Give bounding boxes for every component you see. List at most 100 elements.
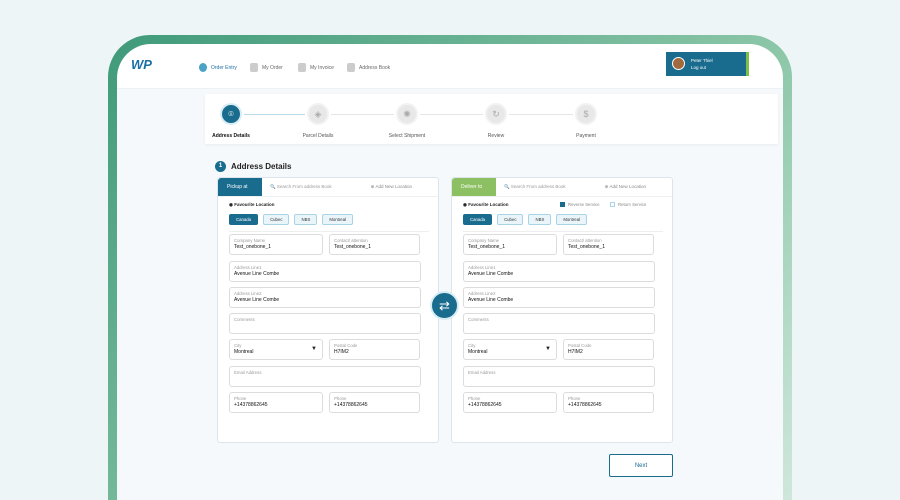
city-field[interactable]: City Montreal ▼ bbox=[463, 339, 557, 360]
step-select-shipment[interactable]: ✺ Select Shipment bbox=[367, 94, 447, 139]
field-label: Postal Code bbox=[334, 343, 358, 348]
field-label: Phone bbox=[334, 396, 347, 401]
company-field[interactable]: Company Name Test_onebone_1 bbox=[229, 234, 323, 255]
address-book-icon bbox=[347, 63, 355, 72]
field-value: Montreal bbox=[234, 349, 254, 355]
location-chip[interactable]: Canada bbox=[463, 214, 493, 225]
checkbox-label: Return Service bbox=[618, 202, 647, 207]
field-value: H7IM2 bbox=[334, 349, 349, 355]
field-label: Address Line2 bbox=[234, 291, 262, 296]
order-icon bbox=[250, 63, 258, 72]
field-value: Test_onebone_1 bbox=[234, 244, 271, 250]
field-value: Avenue Line Combe bbox=[234, 271, 280, 277]
comments-field[interactable]: Comments bbox=[229, 313, 421, 334]
postal-field[interactable]: Postal Code H7IM2 bbox=[329, 339, 420, 360]
city-field[interactable]: City Montreal ▼ bbox=[229, 339, 323, 360]
logout-link[interactable]: Log out bbox=[691, 64, 740, 71]
favourite-location: ◉ Favourite Location bbox=[463, 202, 508, 208]
panel-tab[interactable]: Deliver to bbox=[452, 178, 496, 196]
phone-field[interactable]: Phone +14378862645 bbox=[229, 392, 323, 413]
review-icon: ↻ bbox=[485, 103, 507, 125]
phone2-field[interactable]: Phone +14378862645 bbox=[329, 392, 420, 413]
return-service-checkbox[interactable]: Return Service bbox=[610, 202, 646, 207]
field-value: +14378862645 bbox=[568, 402, 602, 408]
add-icon: ⊕ bbox=[604, 184, 609, 189]
field-value: Test_onebone_1 bbox=[568, 244, 605, 250]
field-label: Company Name bbox=[468, 238, 500, 243]
field-label: City bbox=[234, 343, 242, 348]
field-value: +14378862645 bbox=[234, 402, 268, 408]
location-chip[interactable]: Cubec bbox=[497, 214, 524, 225]
reverse-service-checkbox[interactable]: Reverse Service bbox=[560, 202, 600, 207]
location-chip[interactable]: NBS bbox=[528, 214, 552, 225]
chevron-down-icon: ▼ bbox=[311, 346, 317, 352]
field-label: Comments bbox=[468, 317, 489, 322]
payment-icon: $ bbox=[575, 103, 597, 125]
location-chip[interactable]: Cubec bbox=[263, 214, 290, 225]
shipment-icon: ✺ bbox=[396, 103, 418, 125]
nav-label: My Order bbox=[262, 64, 283, 71]
nav-my-invoice[interactable]: My Invoice bbox=[298, 63, 334, 72]
comments-field[interactable]: Comments bbox=[463, 313, 655, 334]
user-menu[interactable]: Peter Thiel Log out bbox=[666, 52, 749, 76]
add-icon: ⊕ bbox=[370, 184, 375, 189]
nav-my-order[interactable]: My Order bbox=[250, 63, 283, 72]
nav-address-book[interactable]: Address Book bbox=[347, 63, 390, 72]
step-address-details[interactable]: ⌾ Address Details bbox=[191, 94, 271, 139]
step-payment[interactable]: $ Payment bbox=[546, 94, 626, 139]
logo[interactable]: WP bbox=[131, 57, 152, 72]
field-label: Company Name bbox=[234, 238, 266, 243]
favourite-label: Favourite Location bbox=[234, 202, 275, 207]
device-frame: WP Order Entry My Order My Invoice Addre… bbox=[108, 35, 792, 500]
step-parcel-details[interactable]: ◈ Parcel Details bbox=[278, 94, 358, 139]
favourite-chips: Canada Cubec NBS Montreal bbox=[229, 214, 354, 225]
field-label: Address Line1 bbox=[234, 265, 262, 270]
section-title-text: Address Details bbox=[231, 162, 292, 171]
address-book-search[interactable]: 🔍 Search From address Book bbox=[504, 184, 566, 190]
addr1-field[interactable]: Address Line1 Avenue Line Combe bbox=[229, 261, 421, 282]
field-label: Phone bbox=[234, 396, 247, 401]
invoice-icon bbox=[298, 63, 306, 72]
next-button[interactable]: Next bbox=[609, 454, 673, 477]
add-new-location-button[interactable]: ⊕ Add New Location bbox=[605, 184, 646, 190]
checkbox-checked-icon bbox=[560, 202, 565, 207]
phone2-field[interactable]: Phone +14378862645 bbox=[563, 392, 654, 413]
email-field[interactable]: Email Address bbox=[463, 366, 655, 387]
location-chip[interactable]: Canada bbox=[229, 214, 259, 225]
field-label: Address Line2 bbox=[468, 291, 496, 296]
location-chip[interactable]: NBS bbox=[294, 214, 318, 225]
radio-icon: ◉ bbox=[463, 202, 467, 207]
panel-tab[interactable]: Pickup at bbox=[218, 178, 262, 196]
step-label: Select Shipment bbox=[388, 133, 426, 139]
field-label: City bbox=[468, 343, 476, 348]
section-number: 1 bbox=[215, 161, 226, 172]
addr2-field[interactable]: Address Line2 Avenue Line Combe bbox=[463, 287, 655, 308]
postal-field[interactable]: Postal Code H7IM2 bbox=[563, 339, 654, 360]
location-chip[interactable]: Montreal bbox=[556, 214, 588, 225]
app-screen: WP Order Entry My Order My Invoice Addre… bbox=[117, 44, 783, 500]
checkbox-label: Reverse Service bbox=[568, 202, 600, 207]
add-new-location-button[interactable]: ⊕ Add New Location bbox=[371, 184, 412, 190]
field-value: H7IM2 bbox=[568, 349, 583, 355]
nav-order-entry[interactable]: Order Entry bbox=[199, 63, 237, 72]
addr2-field[interactable]: Address Line2 Avenue Line Combe bbox=[229, 287, 421, 308]
favourite-location: ◉ Favourite Location bbox=[229, 202, 274, 208]
search-placeholder: Search From address Book bbox=[276, 184, 332, 189]
phone-field[interactable]: Phone +14378862645 bbox=[463, 392, 557, 413]
field-label: Address Line1 bbox=[468, 265, 496, 270]
addr1-field[interactable]: Address Line1 Avenue Line Combe bbox=[463, 261, 655, 282]
swap-addresses-button[interactable]: ⇄ bbox=[430, 291, 459, 320]
divider bbox=[229, 231, 429, 232]
location-chip[interactable]: Montreal bbox=[322, 214, 354, 225]
field-value: Montreal bbox=[468, 349, 488, 355]
email-field[interactable]: Email Address bbox=[229, 366, 421, 387]
search-placeholder: Search From address Book bbox=[510, 184, 566, 189]
address-book-search[interactable]: 🔍 Search From address Book bbox=[270, 184, 332, 190]
company-field[interactable]: Company Name Test_onebone_1 bbox=[463, 234, 557, 255]
swap-icon: ⇄ bbox=[439, 298, 450, 313]
field-value: Test_onebone_1 bbox=[334, 244, 371, 250]
contact-field[interactable]: Contact/ attention Test_onebone_1 bbox=[329, 234, 420, 255]
step-review[interactable]: ↻ Review bbox=[456, 94, 536, 139]
contact-field[interactable]: Contact/ attention Test_onebone_1 bbox=[563, 234, 654, 255]
order-entry-icon bbox=[199, 63, 207, 72]
